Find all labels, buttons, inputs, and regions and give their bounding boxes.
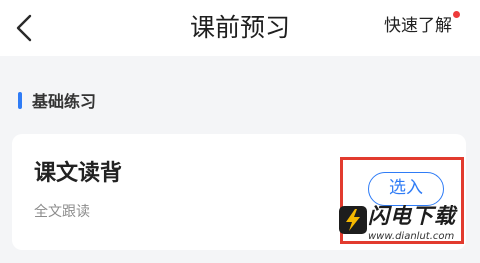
section-accent-bar (18, 91, 22, 109)
quick-intro-label: 快速了解 (384, 16, 452, 36)
lightning-logo-icon (339, 206, 367, 234)
section-header: 基础练习 (18, 88, 96, 112)
chevron-left-icon (16, 14, 32, 42)
section-title: 基础练习 (32, 92, 97, 111)
top-bar: 课前预习 快速了解 (0, 0, 480, 56)
back-button[interactable] (8, 10, 44, 46)
quick-intro-link[interactable]: 快速了解 (384, 11, 460, 38)
watermark-brand: 闪电下载 (368, 204, 456, 228)
card-subtitle: 全文跟读 (34, 204, 90, 220)
watermark-url: www.dianlut.com (368, 231, 455, 242)
notification-dot (453, 11, 460, 18)
select-button[interactable]: 选入 (368, 172, 444, 206)
watermark: 闪电下载 www.dianlut.com (336, 203, 476, 247)
card-title: 课文读背 (34, 161, 123, 186)
